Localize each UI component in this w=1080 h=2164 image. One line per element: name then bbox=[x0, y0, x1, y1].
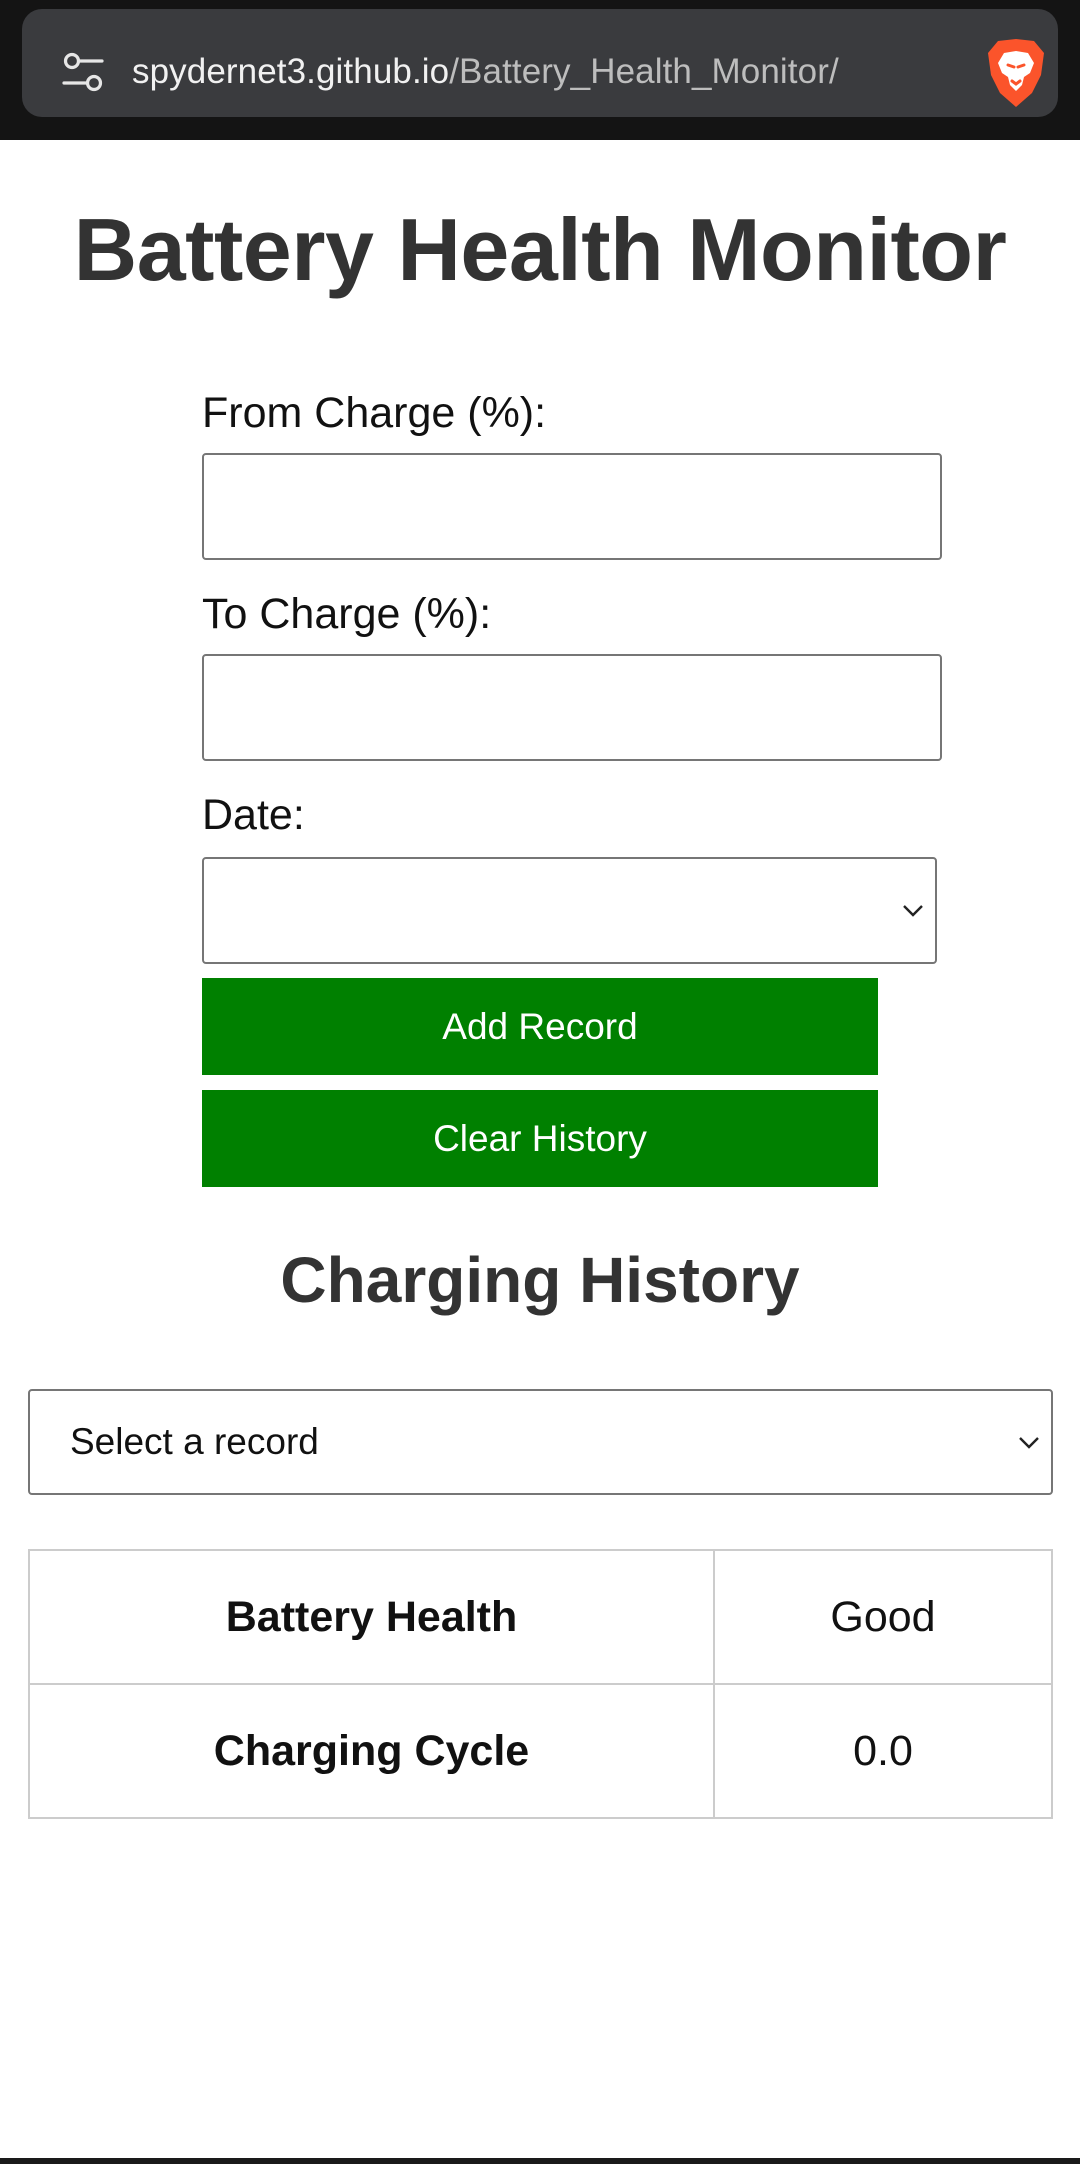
chevron-down-icon bbox=[1019, 1437, 1039, 1449]
stats-table: Battery Health Good Charging Cycle 0.0 bbox=[28, 1549, 1053, 1819]
table-row: Charging Cycle 0.0 bbox=[28, 1683, 1053, 1819]
page-content: Battery Health Monitor From Charge (%): … bbox=[0, 140, 1080, 2164]
to-charge-label: To Charge (%): bbox=[202, 590, 492, 638]
url-host: spydernet3.github.io bbox=[132, 52, 450, 91]
clear-history-button[interactable]: Clear History bbox=[202, 1090, 878, 1187]
from-charge-input[interactable] bbox=[202, 453, 942, 560]
tune-icon[interactable] bbox=[60, 49, 106, 95]
from-charge-label: From Charge (%): bbox=[202, 389, 547, 437]
add-record-button[interactable]: Add Record bbox=[202, 978, 878, 1075]
battery-health-value: Good bbox=[713, 1549, 1053, 1685]
page-title: Battery Health Monitor bbox=[73, 200, 1007, 299]
date-input[interactable] bbox=[202, 857, 937, 964]
date-label: Date: bbox=[202, 791, 305, 839]
record-select[interactable]: Select a record bbox=[28, 1389, 1053, 1495]
charging-cycle-value: 0.0 bbox=[713, 1683, 1053, 1819]
url-text[interactable]: spydernet3.github.io/Battery_Health_Moni… bbox=[132, 49, 839, 95]
charging-cycle-label: Charging Cycle bbox=[28, 1683, 715, 1819]
chevron-down-icon bbox=[903, 905, 923, 917]
url-path: /Battery_Health_Monitor/ bbox=[449, 52, 839, 91]
browser-toolbar: spydernet3.github.io/Battery_Health_Moni… bbox=[0, 0, 1080, 140]
charging-history-heading: Charging History bbox=[280, 1244, 800, 1316]
record-select-value: Select a record bbox=[70, 1421, 319, 1462]
table-row: Battery Health Good bbox=[28, 1549, 1053, 1685]
address-bar[interactable]: spydernet3.github.io/Battery_Health_Moni… bbox=[22, 9, 1058, 117]
battery-health-label: Battery Health bbox=[28, 1549, 715, 1685]
to-charge-input[interactable] bbox=[202, 654, 942, 761]
brave-lion-icon[interactable] bbox=[984, 37, 1048, 109]
system-nav-bar bbox=[0, 2158, 1080, 2164]
